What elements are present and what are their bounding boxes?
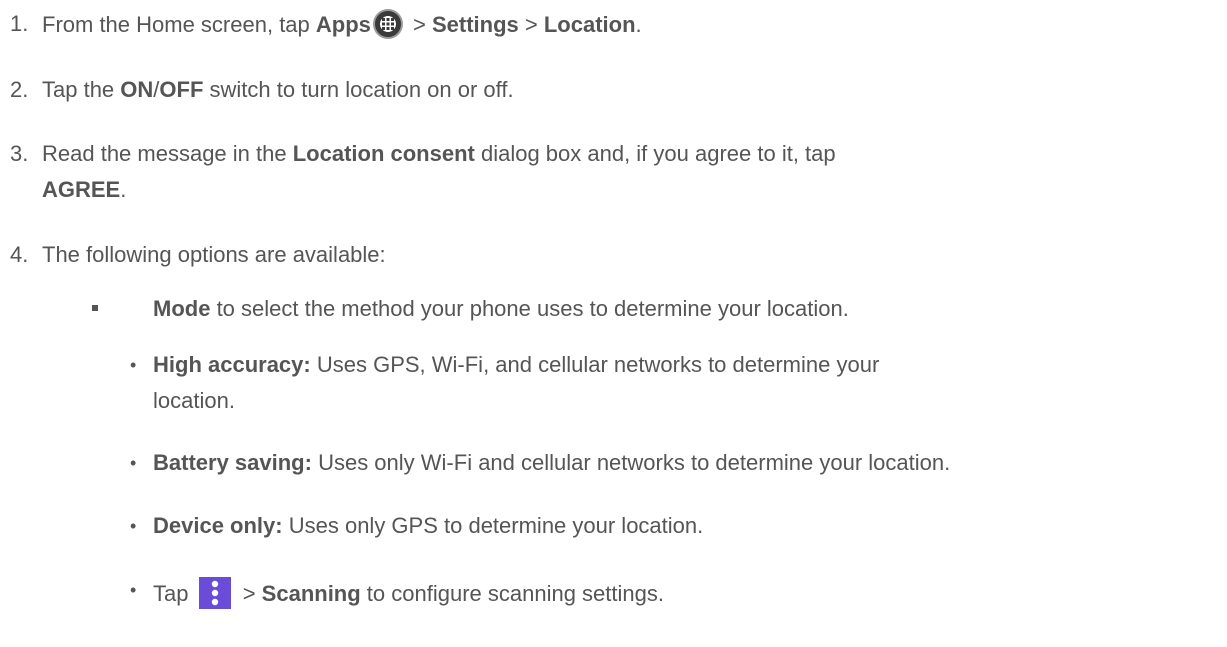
battery-saving-label: Battery saving: (153, 450, 312, 475)
device-only-label: Device only: (153, 513, 283, 538)
location-consent-label: Location consent (292, 141, 475, 166)
separator: > (518, 12, 544, 37)
location-label: Location (543, 12, 636, 37)
settings-label: Settings (431, 12, 519, 37)
tap-text: Tap (153, 581, 195, 606)
period: . (120, 177, 127, 202)
separator: > (236, 581, 262, 606)
overflow-menu-icon (198, 577, 231, 609)
step-number: 2. (10, 77, 29, 102)
scanning-label: Scanning (261, 581, 361, 606)
separator: > (406, 12, 432, 37)
dot-bullet: • (130, 453, 137, 473)
dot-bullet: • (130, 516, 137, 536)
scanning-text: to configure scanning settings. (360, 581, 664, 606)
high-accuracy-text-continued: location. (153, 388, 235, 413)
high-accuracy-item: High accuracy: Uses GPS, Wi-Fi, and cell… (153, 352, 879, 378)
square-bullet (92, 305, 98, 311)
step-text: switch to turn location on or off. (203, 77, 514, 102)
step-number: 3. (10, 141, 29, 166)
on-label: ON (120, 77, 154, 102)
off-label: OFF (159, 77, 204, 102)
device-only-item: Device only: Uses only GPS to determine … (153, 513, 703, 539)
battery-saving-text: Uses only Wi-Fi and cellular networks to… (311, 450, 951, 475)
high-accuracy-label: High accuracy: (153, 352, 311, 377)
apps-label: Apps (315, 12, 371, 37)
dot-bullet: • (130, 355, 137, 375)
step-text: Tap the (42, 77, 121, 102)
scanning-item: Tap > Scanning to configure scanning set… (153, 577, 664, 609)
period: . (635, 12, 642, 37)
step-number: 1. (10, 11, 29, 36)
mode-label: Mode (153, 296, 211, 321)
step-text: The following options are available: (42, 242, 386, 267)
step-3-continued: AGREE. (42, 177, 126, 203)
device-only-text: Uses only GPS to determine your location… (282, 513, 704, 538)
step-text: dialog box and, if you agree to it, tap (474, 141, 836, 166)
battery-saving-item: Battery saving: Uses only Wi-Fi and cell… (153, 450, 950, 476)
step-text: From the Home screen, tap (42, 12, 316, 37)
mode-item: Mode to select the method your phone use… (153, 296, 849, 322)
mode-text: to select the method your phone uses to … (210, 296, 849, 321)
dot-bullet: • (130, 580, 137, 600)
step-number: 4. (10, 242, 29, 267)
high-accuracy-text: Uses GPS, Wi-Fi, and cellular networks t… (310, 352, 880, 377)
step-text: Read the message in the (42, 141, 293, 166)
agree-label: AGREE (42, 177, 121, 202)
high-accuracy-item-continued: location. (153, 388, 235, 414)
apps-grid-icon (374, 11, 401, 37)
